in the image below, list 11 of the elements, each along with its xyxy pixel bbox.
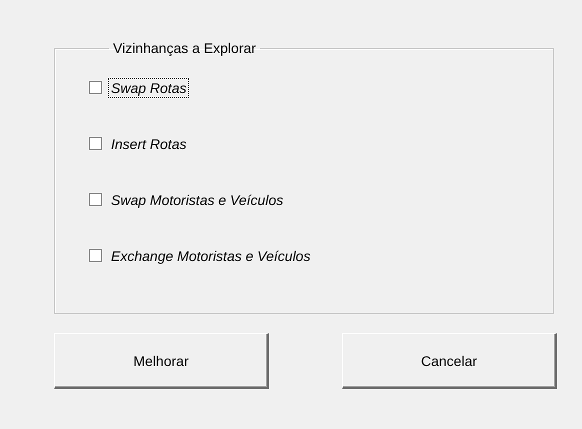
- dialog-button[interactable]: Melhorar: [54, 333, 269, 389]
- checkbox-label[interactable]: Swap Rotas: [108, 78, 190, 98]
- checkbox[interactable]: [89, 137, 102, 150]
- group-title: Vizinhanças a Explorar: [112, 40, 257, 56]
- checkbox[interactable]: [89, 193, 102, 206]
- checkbox-label[interactable]: Exchange Motoristas e Veículos: [108, 246, 314, 266]
- checkbox-label[interactable]: Insert Rotas: [108, 134, 190, 154]
- checkbox[interactable]: [89, 249, 102, 262]
- checkbox[interactable]: [89, 81, 102, 94]
- dialog-button[interactable]: Cancelar: [342, 333, 557, 389]
- checkbox-label[interactable]: Swap Motoristas e Veículos: [108, 190, 286, 210]
